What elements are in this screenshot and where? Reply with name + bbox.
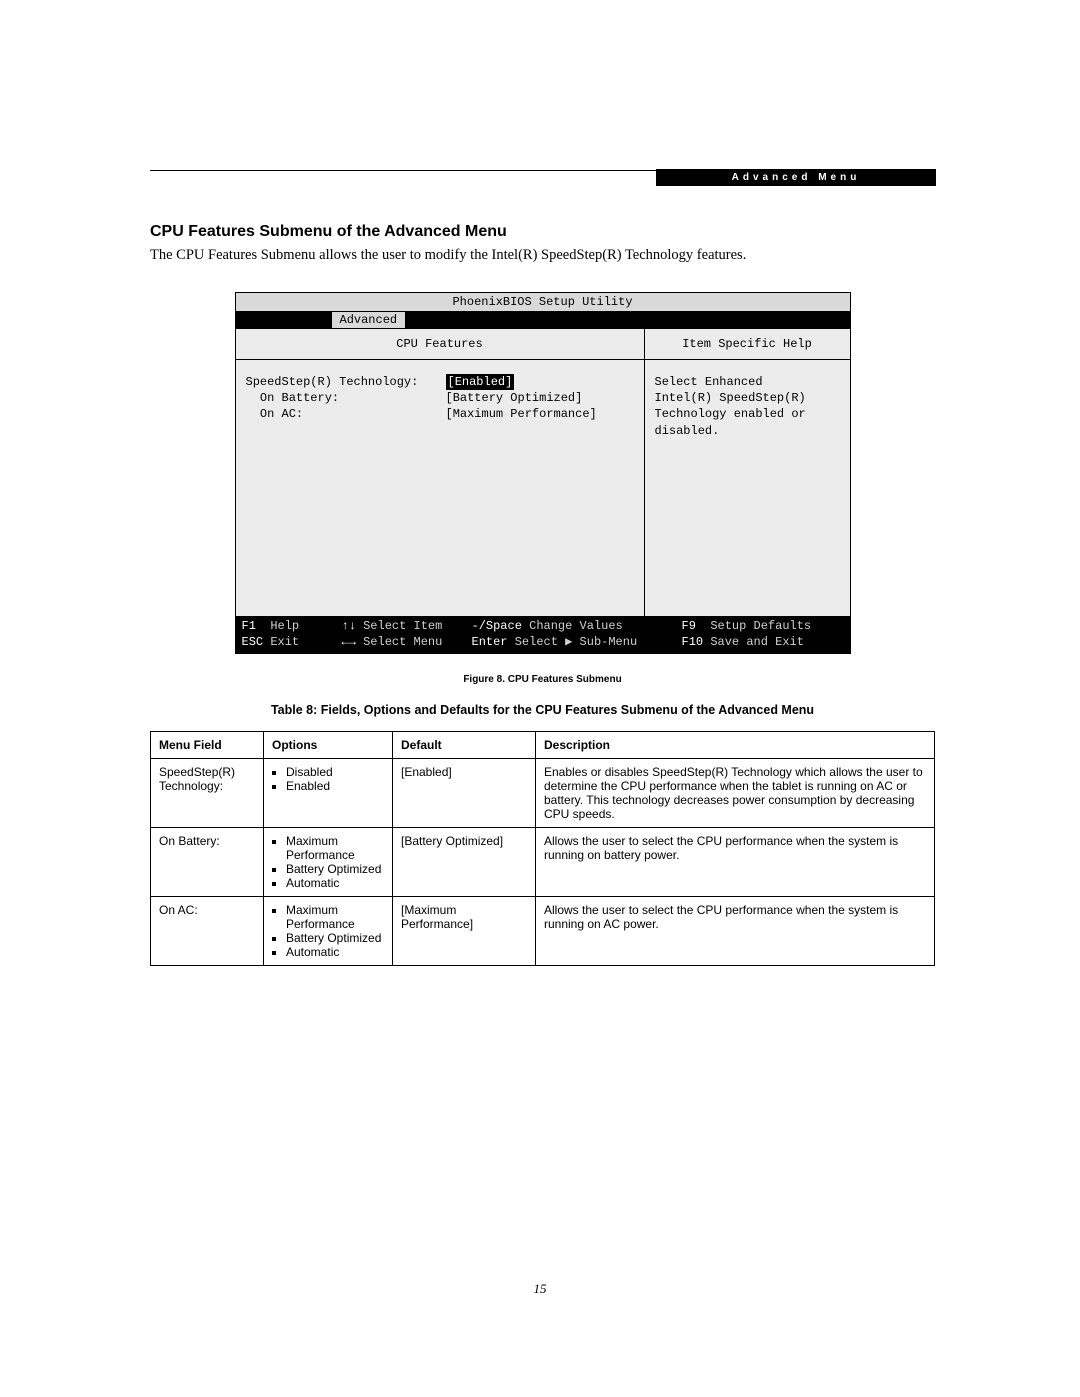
bios-setting-row: On AC:[Maximum Performance]	[246, 406, 634, 422]
bios-tab-advanced: Advanced	[332, 312, 406, 328]
key-leftright-label: Select Menu	[363, 635, 442, 649]
key-enter: Enter	[472, 635, 508, 649]
bios-help-line: Select Enhanced	[655, 374, 840, 390]
option-item: Automatic	[286, 876, 384, 890]
cell-default: [Maximum Performance]	[393, 897, 536, 966]
key-updown: ↑↓	[342, 619, 356, 633]
bios-help-heading: Item Specific Help	[645, 329, 850, 360]
option-item: Maximum Performance	[286, 834, 384, 862]
option-item: Maximum Performance	[286, 903, 384, 931]
key-enter-label: Select ▶ Sub-Menu	[515, 635, 637, 649]
table-caption: Table 8: Fields, Options and Defaults fo…	[150, 703, 935, 717]
bios-setting-label: On AC:	[246, 406, 446, 422]
key-leftright: ←→	[342, 635, 356, 649]
cell-menu-field: On Battery:	[151, 828, 264, 897]
document-page: Advanced Menu CPU Features Submenu of th…	[0, 0, 1080, 1397]
figure-caption: Figure 8. CPU Features Submenu	[150, 674, 935, 685]
bios-setting-value: [Maximum Performance]	[446, 406, 597, 422]
key-f1-label: Help	[270, 619, 299, 633]
table-header-row: Menu Field Options Default Description	[151, 732, 935, 759]
key-f10: F10	[682, 635, 704, 649]
key-f9-label: Setup Defaults	[710, 619, 811, 633]
cell-description: Enables or disables SpeedStep(R) Technol…	[536, 759, 935, 828]
option-item: Enabled	[286, 779, 384, 793]
bios-help-pane: Item Specific Help Select EnhancedIntel(…	[645, 329, 850, 616]
bios-setting-label: On Battery:	[246, 390, 446, 406]
bios-footer: F1 Help ↑↓ Select Item -/Space Change Va…	[236, 616, 850, 653]
key-esc-label: Exit	[270, 635, 299, 649]
key-f10-label: Save and Exit	[710, 635, 804, 649]
cell-options: Maximum PerformanceBattery OptimizedAuto…	[264, 828, 393, 897]
bios-left-heading: CPU Features	[236, 329, 644, 360]
cell-menu-field: On AC:	[151, 897, 264, 966]
cell-options: Maximum PerformanceBattery OptimizedAuto…	[264, 897, 393, 966]
intro-paragraph: The CPU Features Submenu allows the user…	[150, 247, 935, 264]
th-description: Description	[536, 732, 935, 759]
option-item: Battery Optimized	[286, 862, 384, 876]
cell-options: DisabledEnabled	[264, 759, 393, 828]
key-updown-label: Select Item	[363, 619, 442, 633]
bios-setting-label: SpeedStep(R) Technology:	[246, 374, 446, 390]
option-item: Disabled	[286, 765, 384, 779]
key-esc: ESC	[242, 635, 264, 649]
table-row: On AC:Maximum PerformanceBattery Optimiz…	[151, 897, 935, 966]
header-section-tab: Advanced Menu	[656, 169, 936, 186]
bios-title: PhoenixBIOS Setup Utility	[236, 293, 850, 312]
bios-help-line: Intel(R) SpeedStep(R)	[655, 390, 840, 406]
option-item: Automatic	[286, 945, 384, 959]
bios-setting-row: On Battery:[Battery Optimized]	[246, 390, 634, 406]
page-number: 15	[0, 1281, 1080, 1297]
bios-menu-bar: Advanced	[236, 312, 850, 329]
bios-help-line: disabled.	[655, 423, 840, 439]
cell-description: Allows the user to select the CPU perfor…	[536, 828, 935, 897]
key-space: -/Space	[472, 619, 522, 633]
options-table: Menu Field Options Default Description S…	[150, 731, 935, 966]
th-menu-field: Menu Field	[151, 732, 264, 759]
bios-left-pane: CPU Features SpeedStep(R) Technology:[En…	[236, 329, 645, 616]
cell-default: [Enabled]	[393, 759, 536, 828]
cell-menu-field: SpeedStep(R) Technology:	[151, 759, 264, 828]
key-f9: F9	[682, 619, 696, 633]
table-row: SpeedStep(R) Technology:DisabledEnabled[…	[151, 759, 935, 828]
key-space-label: Change Values	[529, 619, 623, 633]
bios-footer-row: F1 Help ↑↓ Select Item -/Space Change Va…	[242, 618, 844, 634]
bios-setting-row: SpeedStep(R) Technology:[Enabled]	[246, 374, 634, 390]
bios-setting-value: [Enabled]	[446, 374, 515, 390]
bios-help-line: Technology enabled or	[655, 406, 840, 422]
bios-setting-value: [Battery Optimized]	[446, 390, 583, 406]
cell-description: Allows the user to select the CPU perfor…	[536, 897, 935, 966]
cell-default: [Battery Optimized]	[393, 828, 536, 897]
option-item: Battery Optimized	[286, 931, 384, 945]
table-row: On Battery:Maximum PerformanceBattery Op…	[151, 828, 935, 897]
bios-settings-area: SpeedStep(R) Technology:[Enabled] On Bat…	[236, 360, 644, 616]
section-heading: CPU Features Submenu of the Advanced Men…	[150, 223, 935, 241]
bios-footer-row: ESC Exit ←→ Select Menu Enter Select ▶ S…	[242, 634, 844, 650]
bios-help-text: Select EnhancedIntel(R) SpeedStep(R)Tech…	[645, 360, 850, 616]
bios-screenshot: PhoenixBIOS Setup Utility Advanced CPU F…	[235, 292, 851, 654]
key-f1: F1	[242, 619, 256, 633]
th-default: Default	[393, 732, 536, 759]
th-options: Options	[264, 732, 393, 759]
